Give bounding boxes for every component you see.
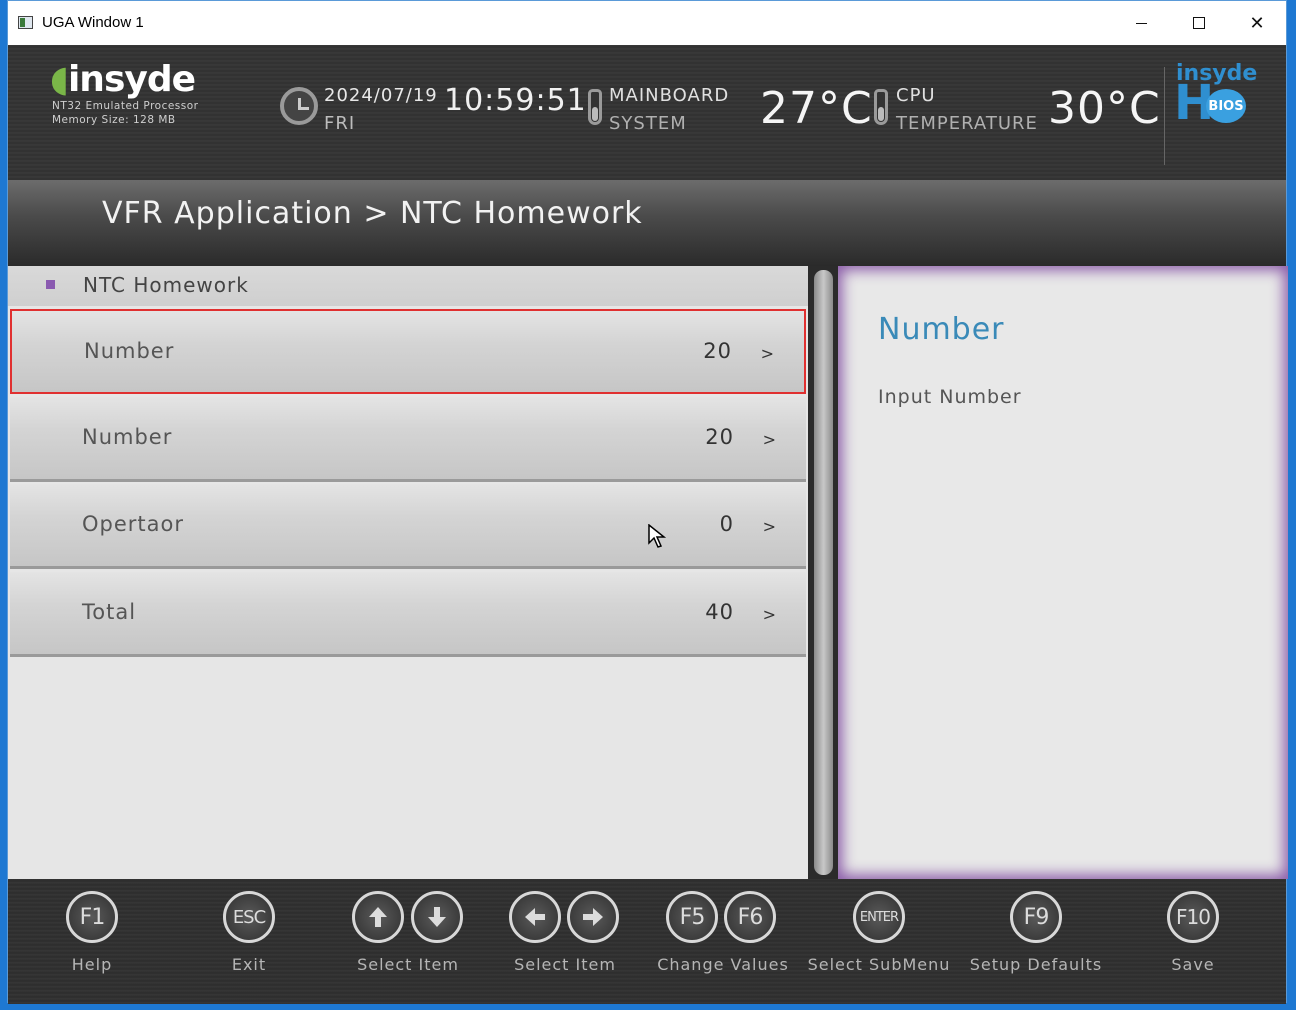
processor-info: NT32 Emulated Processor Memory Size: 128… [52, 99, 199, 127]
memory-size: Memory Size: 128 MB [52, 114, 176, 126]
uga-window: UGA Window 1 ✕ ◖insyde NT32 Emulated Pro… [7, 0, 1288, 1004]
help-label: Help [71, 955, 113, 974]
arrow-up-key-button[interactable] [352, 891, 404, 943]
menu-pane: NTC Homework Number 20 > Number 20 > Ope… [8, 266, 808, 879]
row-label: Number [82, 425, 173, 449]
temperature-label: TEMPERATURE [896, 113, 1038, 134]
menu-row-total[interactable]: Total 40 > [10, 572, 806, 657]
minimize-button[interactable] [1112, 1, 1170, 45]
clock-icon [280, 87, 318, 125]
row-label: Total [82, 600, 137, 624]
menu-row-number-1[interactable]: Number 20 > [10, 309, 806, 394]
arrow-right-key-button[interactable] [567, 891, 619, 943]
arrow-down-key-button[interactable] [411, 891, 463, 943]
maximize-button[interactable] [1170, 1, 1228, 45]
f5-key-button[interactable]: F5 [666, 891, 718, 943]
thermometer-icon [874, 89, 888, 125]
help-text: Input Number [878, 386, 1022, 408]
row-value: 20 [703, 339, 732, 363]
arrow-up-icon [369, 907, 387, 927]
cpu-temperature: 30°C [1048, 83, 1161, 134]
scrollbar-thumb[interactable] [814, 270, 833, 875]
insyde-logo: ◖insyde [50, 59, 196, 100]
date: 2024/07/19 [324, 85, 438, 106]
cpu-label: CPU [896, 85, 936, 106]
section-title: NTC Homework [83, 273, 249, 297]
help-title: Number [878, 312, 1005, 347]
arrow-left-icon [525, 908, 545, 926]
content-area: NTC Homework Number 20 > Number 20 > Ope… [8, 266, 1288, 879]
close-icon: ✕ [1249, 12, 1265, 34]
exit-label: Exit [231, 955, 267, 974]
chevron-right-icon: > [762, 430, 776, 449]
help-pane: Number Input Number [838, 266, 1288, 879]
scrollbar-track[interactable] [808, 266, 838, 879]
window-title: UGA Window 1 [42, 14, 144, 31]
maximize-icon [1193, 17, 1205, 29]
change-values-label: Change Values [657, 955, 789, 974]
f9-key-button[interactable]: F9 [1010, 891, 1062, 943]
save-label: Save [1171, 955, 1215, 974]
system-label: SYSTEM [609, 113, 687, 134]
chevron-right-icon: > [760, 344, 774, 363]
f6-key-button[interactable]: F6 [724, 891, 776, 943]
app-icon [18, 16, 33, 29]
minimize-icon [1135, 22, 1147, 24]
row-label: Number [84, 339, 175, 363]
setup-defaults-label: Setup Defaults [969, 955, 1103, 974]
row-label: Opertaor [82, 512, 184, 536]
section-bullet-icon [46, 280, 55, 289]
header-divider [1164, 67, 1165, 165]
menu-row-number-2[interactable]: Number 20 > [10, 397, 806, 482]
processor-name: NT32 Emulated Processor [52, 100, 199, 112]
section-header: NTC Homework [8, 266, 808, 306]
close-button[interactable]: ✕ [1228, 1, 1286, 45]
mouse-cursor-icon [648, 524, 667, 548]
time: 10:59:51 [444, 83, 587, 118]
chevron-right-icon: > [762, 605, 776, 624]
row-value: 0 [719, 512, 734, 536]
mainboard-label: MAINBOARD [609, 85, 730, 106]
select-submenu-label: Select SubMenu [807, 955, 951, 974]
enter-key-button[interactable]: ENTER [853, 891, 905, 943]
select-item-label-leftright: Select Item [514, 955, 616, 974]
breadcrumb-bar: VFR Application > NTC Homework [8, 180, 1286, 266]
breadcrumb: VFR Application > NTC Homework [102, 196, 643, 231]
day-of-week: FRI [324, 113, 356, 134]
esc-key-button[interactable]: ESC [223, 891, 275, 943]
title-bar: UGA Window 1 ✕ [8, 1, 1286, 45]
arrow-down-icon [428, 907, 446, 927]
select-item-label-updown: Select Item [357, 955, 459, 974]
chevron-right-icon: > [762, 517, 776, 536]
mainboard-temperature: 27°C [760, 83, 873, 134]
f1-key-button[interactable]: F1 [66, 891, 118, 943]
bios-header: ◖insyde NT32 Emulated Processor Memory S… [8, 45, 1286, 180]
f10-key-button[interactable]: F10 [1167, 891, 1219, 943]
arrow-left-key-button[interactable] [509, 891, 561, 943]
arrow-right-icon [583, 908, 603, 926]
insyde-h2o-logo: insyde H BIOS [1174, 61, 1258, 131]
row-value: 40 [705, 600, 734, 624]
menu-row-operator[interactable]: Opertaor 0 > [10, 484, 806, 569]
hotkey-bar: F1 Help ESC Exit Select Item Select Item… [8, 879, 1286, 1004]
thermometer-icon [588, 89, 602, 125]
row-value: 20 [705, 425, 734, 449]
